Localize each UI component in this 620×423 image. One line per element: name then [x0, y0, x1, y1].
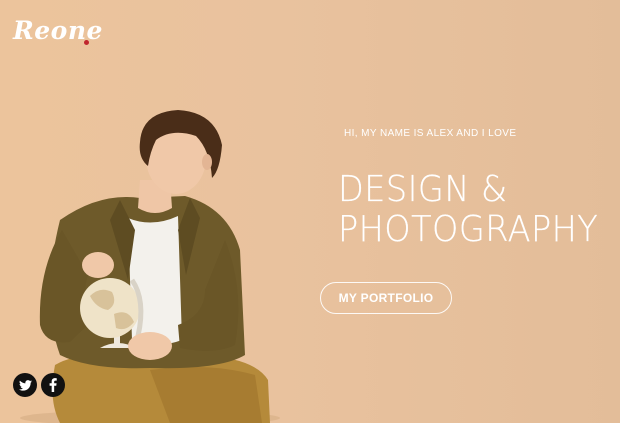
my-portfolio-button[interactable]: MY PORTFOLIO: [320, 282, 452, 314]
brand-logo[interactable]: Reone: [13, 18, 103, 43]
twitter-icon: [18, 379, 32, 391]
hero-intro-text: HI, MY NAME IS ALEX AND I LOVE: [344, 128, 517, 139]
headline-line-1: DESIGN &: [338, 169, 508, 210]
facebook-link[interactable]: [41, 373, 65, 397]
headline-line-2: PHOTOGRAPHY: [338, 209, 599, 250]
facebook-icon: [49, 378, 57, 392]
hero-section: Reone HI, MY NAME IS ALEX AND I LOVE DES…: [0, 0, 620, 423]
hero-headline: DESIGN & PHOTOGRAPHY: [338, 169, 599, 250]
logo-dot: [84, 40, 89, 45]
twitter-link[interactable]: [13, 373, 37, 397]
